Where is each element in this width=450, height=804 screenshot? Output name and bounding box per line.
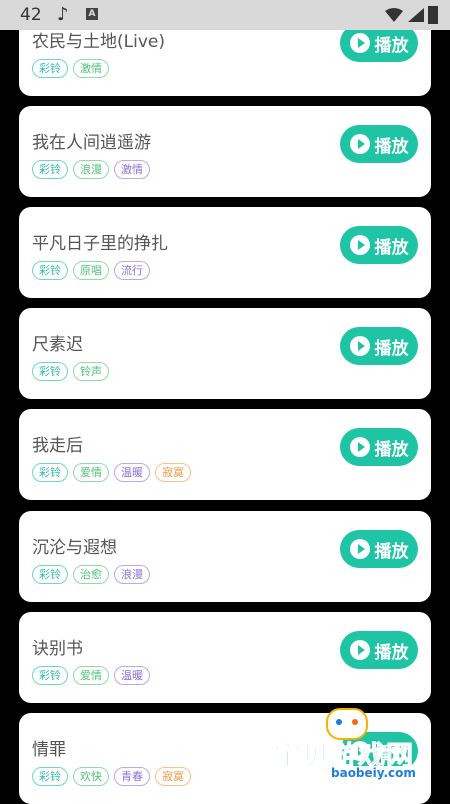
status-bar: 42 ♪ A — [0, 0, 450, 30]
play-label: 播放 — [374, 136, 409, 157]
play-icon — [349, 640, 370, 660]
song-card[interactable]: 沉沦与遐想彩铃 治愈 浪漫 播放 — [19, 511, 431, 602]
play-icon — [349, 33, 370, 53]
play-label: 播放 — [374, 35, 409, 56]
song-title: 尺素迟 — [32, 335, 83, 355]
song-card[interactable]: 我在人间逍遥游 彩铃 浪漫 激情 播放 — [19, 106, 431, 197]
song-tag: 彩铃 — [32, 261, 68, 280]
play-icon — [349, 235, 370, 255]
song-title: 沉沦与遐想 — [32, 538, 117, 558]
music-note-icon: ♪ — [57, 4, 69, 25]
battery-icon — [428, 6, 438, 24]
song-tag: 青春 — [114, 767, 150, 786]
watermark-url: baobeiy.com — [328, 766, 419, 780]
play-button[interactable]: 播放 — [340, 125, 418, 163]
song-tag: 彩铃 — [32, 59, 68, 78]
song-tag: 温暖 — [114, 463, 150, 482]
play-button[interactable]: 播放 — [340, 327, 418, 365]
play-icon — [349, 134, 370, 154]
play-label: 播放 — [374, 541, 409, 562]
song-list: 农民与土地(Live) 彩铃 激情 播放 我在人间逍遥游 彩铃 浪漫 激情 播放 平凡日子里的挣扎… — [0, 0, 450, 804]
signal-icon — [408, 8, 424, 22]
tag-list: 彩铃 原唱 流行 — [32, 261, 150, 280]
tag-list: 彩铃 欢快 青春 寂寞 — [32, 767, 191, 786]
play-icon — [349, 336, 370, 356]
tag-list: 彩铃 激情 — [32, 59, 109, 78]
song-tag: 爱情 — [73, 463, 109, 482]
song-tag: 流行 — [114, 261, 150, 280]
song-tag: 爱情 — [73, 666, 109, 685]
song-tag: 彩铃 — [32, 666, 68, 685]
song-tag: 治愈 — [73, 565, 109, 584]
song-title: 情罪 — [32, 740, 66, 760]
song-tag: 彩铃 — [32, 565, 68, 584]
tag-list: 彩铃 爱情 温暖 — [32, 666, 150, 685]
song-tag: 彩铃 — [32, 767, 68, 786]
a-icon: A — [86, 8, 98, 20]
song-tag: 彩铃 — [32, 463, 68, 482]
play-button[interactable]: 播放 — [340, 428, 418, 466]
play-label: 播放 — [374, 338, 409, 359]
song-card[interactable]: 平凡日子里的挣扎 彩铃 原唱 流行 播放 — [19, 207, 431, 298]
tag-list: 彩铃 爱情 温暖 寂寞 — [32, 463, 191, 482]
song-tag: 彩铃 — [32, 160, 68, 179]
song-title: 诀别书 — [32, 639, 83, 659]
song-tag: 欢快 — [73, 767, 109, 786]
song-card[interactable]: 我走后彩铃 爱情 温暖 寂寞 播放 — [19, 409, 431, 500]
song-title: 我走后 — [32, 436, 83, 456]
song-tag: 浪漫 — [73, 160, 109, 179]
wifi-icon — [385, 8, 403, 22]
play-label: 播放 — [374, 439, 409, 460]
play-button[interactable]: 播放 — [340, 631, 418, 669]
song-tag: 铃声 — [73, 362, 109, 381]
song-tag: 温暖 — [114, 666, 150, 685]
song-tag: 激情 — [114, 160, 150, 179]
song-title: 平凡日子里的挣扎 — [32, 234, 168, 254]
play-icon — [349, 437, 370, 457]
play-button[interactable]: 播放 — [340, 530, 418, 568]
song-card[interactable]: 尺素迟彩铃 铃声 播放 — [19, 308, 431, 399]
song-tag: 原唱 — [73, 261, 109, 280]
play-label: 播放 — [374, 642, 409, 663]
song-title: 我在人间逍遥游 — [32, 133, 151, 153]
tag-list: 彩铃 铃声 — [32, 362, 109, 381]
song-tag: 彩铃 — [32, 362, 68, 381]
song-title: 农民与土地(Live) — [32, 32, 165, 52]
play-button[interactable]: 播放 — [340, 226, 418, 264]
song-card[interactable]: 诀别书彩铃 爱情 温暖 播放 — [19, 612, 431, 703]
song-tag: 寂寞 — [155, 463, 191, 482]
play-label: 播放 — [374, 237, 409, 258]
status-time: 42 — [20, 5, 42, 25]
tag-list: 彩铃 浪漫 激情 — [32, 160, 150, 179]
song-tag: 激情 — [73, 59, 109, 78]
song-tag: 寂寞 — [155, 767, 191, 786]
watermark: 宝贝游戏网 baobeiy.com — [268, 700, 438, 790]
song-tag: 浪漫 — [114, 565, 150, 584]
tag-list: 彩铃 治愈 浪漫 — [32, 565, 150, 584]
play-icon — [349, 539, 370, 559]
